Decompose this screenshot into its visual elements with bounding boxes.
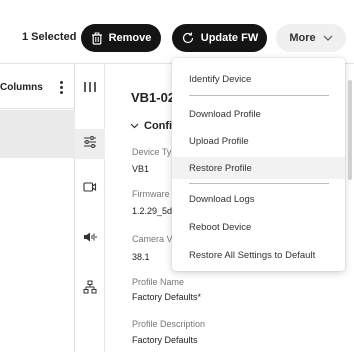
update-fw-button[interactable]: Update FW	[172, 24, 267, 52]
chevron-down-icon	[130, 120, 139, 132]
menu-item-restore-profile[interactable]: Restore Profile	[172, 157, 345, 179]
more-label: More	[289, 32, 316, 44]
network-icon	[83, 280, 97, 299]
more-dropdown-menu: Identify Device Download Profile Upload …	[172, 58, 345, 271]
profile-description-value: Factory Defaults	[132, 335, 198, 345]
update-fw-label: Update FW	[200, 32, 259, 44]
profile-description-label: Profile Description	[132, 319, 206, 329]
remove-button[interactable]: Remove	[81, 24, 161, 52]
rail-settings[interactable]	[75, 129, 105, 159]
device-table: Columns	[0, 64, 75, 352]
kebab-menu-icon[interactable]	[60, 81, 64, 95]
device-type-value: VB1	[132, 164, 150, 174]
device-type-label: Device Ty	[132, 147, 172, 157]
camera-value: 38.1	[132, 252, 150, 262]
refresh-icon	[181, 31, 195, 45]
remove-label: Remove	[108, 32, 152, 44]
device-title: VB1-02	[131, 90, 176, 105]
table-header: Columns	[0, 64, 75, 109]
columns-label: Columns	[0, 82, 43, 93]
profile-name-value: Factory Defaults*	[132, 292, 202, 302]
rail-camera[interactable]	[75, 174, 105, 204]
profile-name-label: Profile Name	[132, 277, 185, 287]
audio-icon	[83, 230, 97, 248]
camera-label: Camera V	[132, 234, 173, 244]
more-button[interactable]: More	[276, 24, 346, 52]
columns-icon	[83, 80, 97, 99]
scrollbar[interactable]	[348, 80, 352, 180]
rail-audio[interactable]	[75, 224, 105, 254]
menu-item-upload-profile[interactable]: Upload Profile	[172, 130, 345, 152]
menu-item-restore-all-defaults[interactable]: Restore All Settings to Default	[172, 244, 345, 266]
chevron-down-icon	[323, 35, 333, 41]
rail-columns[interactable]	[75, 74, 105, 104]
menu-item-download-logs[interactable]: Download Logs	[172, 188, 345, 210]
icon-rail	[75, 64, 105, 352]
firmware-value: 1.2.29_5d	[132, 206, 173, 216]
toolbar: 1 Selected Remove Update FW More	[0, 0, 354, 64]
video-camera-icon	[83, 180, 97, 198]
menu-divider	[189, 95, 329, 96]
rail-network[interactable]	[75, 274, 105, 304]
menu-divider	[189, 183, 329, 184]
menu-item-reboot-device[interactable]: Reboot Device	[172, 216, 345, 238]
menu-item-download-profile[interactable]: Download Profile	[172, 103, 345, 125]
table-row[interactable]	[0, 110, 75, 158]
trash-icon	[91, 32, 103, 45]
firmware-label: Firmware	[132, 189, 170, 199]
selected-count: 1 Selected	[22, 31, 77, 43]
sliders-icon	[83, 135, 97, 154]
menu-item-identify-device[interactable]: Identify Device	[172, 68, 345, 90]
